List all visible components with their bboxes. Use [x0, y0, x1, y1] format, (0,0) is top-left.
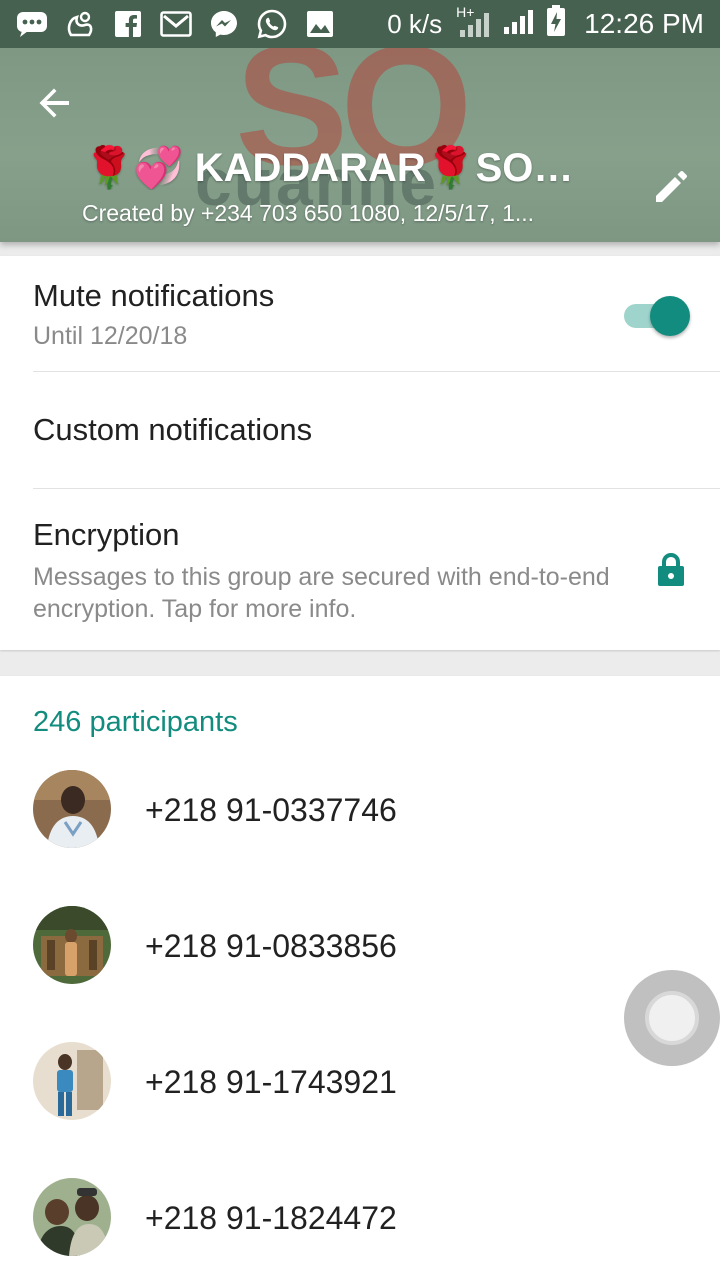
lock-icon [658, 552, 684, 586]
back-button[interactable] [30, 78, 80, 128]
participant-row[interactable]: +218 91-1824472 [0, 1084, 720, 1256]
signal-hplus-icon: H+ [456, 4, 492, 38]
participant-row[interactable]: +218 91-1743921 [0, 948, 720, 1120]
encryption-row[interactable]: Encryption Messages to this group are se… [0, 489, 720, 650]
gmail-icon [160, 9, 192, 39]
assistive-touch-inner [645, 991, 699, 1045]
chat-bubble-icon [16, 9, 48, 39]
toggle-thumb [650, 296, 690, 336]
encryption-description: Messages to this group are secured with … [33, 563, 610, 623]
group-title: 🌹💞 KADDARAR🌹SO💓... [84, 146, 584, 190]
signal-strength-icon [502, 7, 536, 42]
mute-notifications-title: Mute notifications [33, 278, 275, 313]
notification-icons [16, 9, 336, 39]
custom-notifications-title: Custom notifications [33, 412, 313, 447]
assistive-touch-button[interactable] [624, 970, 720, 1066]
whatsapp-icon [256, 9, 288, 39]
net-speed-text: 0 k/s [387, 8, 443, 39]
uc-browser-icon [64, 9, 96, 39]
participant-row[interactable]: +218 91-0337746 [0, 676, 720, 848]
pencil-icon [656, 170, 688, 202]
arrow-back-icon [39, 88, 69, 118]
messenger-icon [208, 9, 240, 39]
status-bar: 0 k/s H+ 12:26 PM [0, 0, 720, 48]
battery-charging-icon [546, 4, 566, 44]
mute-until-text: Until 12/20/18 [33, 322, 188, 350]
encryption-title: Encryption [33, 517, 180, 552]
status-right: 0 k/s H+ 12:26 PM [387, 4, 704, 44]
mute-notifications-row[interactable]: Mute notifications Until 12/20/18 [0, 256, 720, 372]
group-settings-card: Mute notifications Until 12/20/18 Custom… [0, 256, 720, 650]
participants-card: 246 participants +218 91-0337746 +218 91… [0, 676, 720, 1280]
clock: 12:26 PM [584, 8, 704, 39]
participant-phone: +218 91-1824472 [145, 1200, 397, 1236]
avatar [33, 1178, 111, 1256]
edit-group-button[interactable] [648, 162, 696, 210]
group-created-by: Created by +234 703 650 1080, 12/5/17, 1… [82, 200, 535, 226]
group-header: SO cuanne 🌹💞 KADDARAR🌹SO💓... Created by … [0, 48, 720, 242]
facebook-icon [112, 9, 144, 39]
mute-toggle[interactable] [624, 296, 690, 336]
gallery-icon [304, 9, 336, 39]
participant-row[interactable]: +218 91-0833856 [0, 812, 720, 984]
custom-notifications-row[interactable]: Custom notifications [0, 372, 720, 488]
